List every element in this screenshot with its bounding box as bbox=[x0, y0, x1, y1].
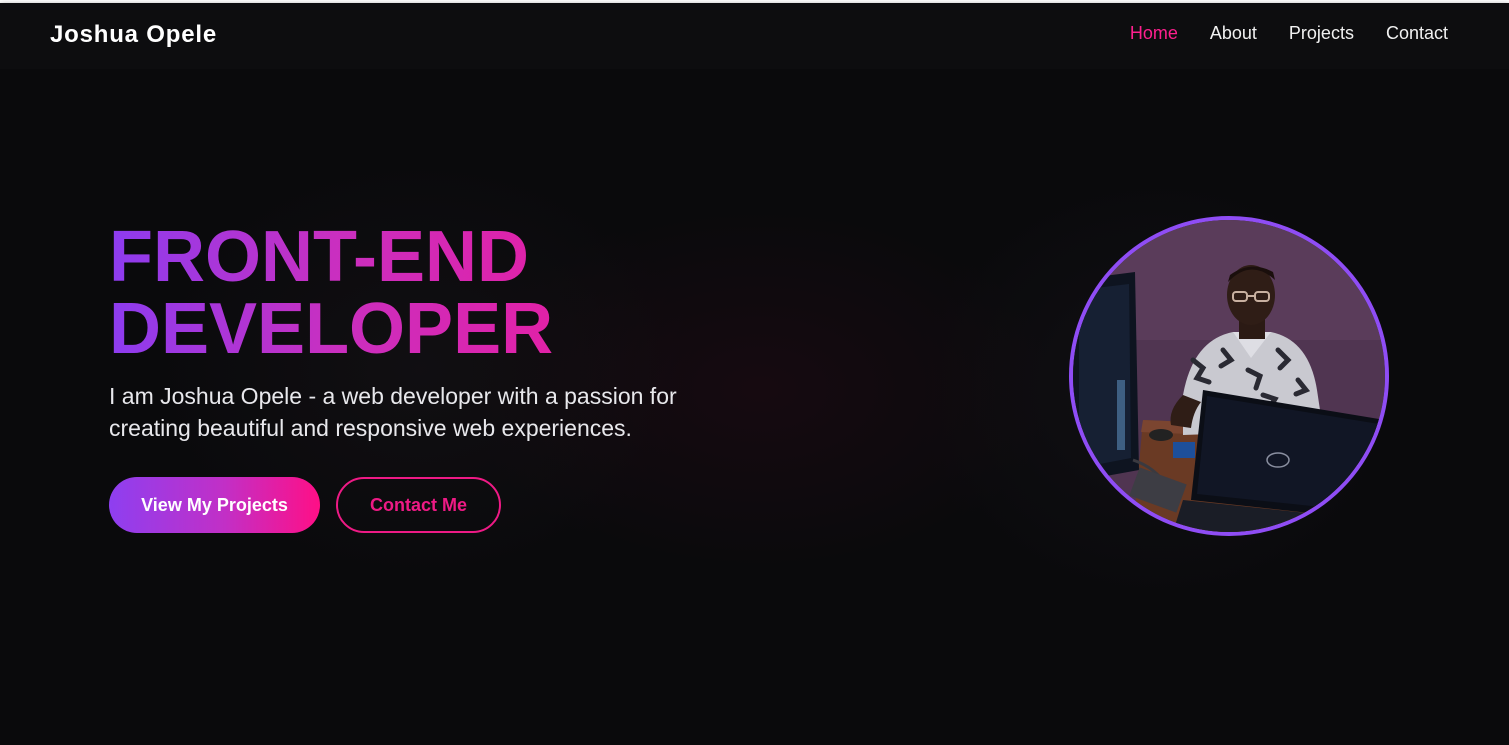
nav-link-projects[interactable]: Projects bbox=[1289, 23, 1354, 44]
contact-me-button[interactable]: Contact Me bbox=[336, 477, 501, 533]
brand-logo[interactable]: Joshua Opele bbox=[50, 21, 217, 49]
nav-link-home[interactable]: Home bbox=[1130, 23, 1178, 44]
nav-menu: Home About Projects Contact bbox=[1130, 23, 1448, 44]
headline-line-2: DEVELOPER bbox=[109, 289, 554, 369]
hero-subtitle: I am Joshua Opele - a web developer with… bbox=[109, 383, 677, 441]
profile-photo-illustration bbox=[1073, 220, 1385, 532]
profile-photo bbox=[1069, 216, 1389, 536]
hero-headline: FRONT-END DEVELOPER bbox=[109, 221, 669, 365]
view-projects-button[interactable]: View My Projects bbox=[109, 477, 320, 533]
hero-section: FRONT-END DEVELOPER I am Joshua Opele - … bbox=[0, 69, 1509, 745]
navbar: Joshua Opele Home About Projects Contact bbox=[0, 3, 1509, 69]
nav-link-about[interactable]: About bbox=[1210, 23, 1257, 44]
nav-link-contact[interactable]: Contact bbox=[1386, 23, 1448, 44]
headline-line-1: FRONT-END bbox=[109, 217, 529, 297]
